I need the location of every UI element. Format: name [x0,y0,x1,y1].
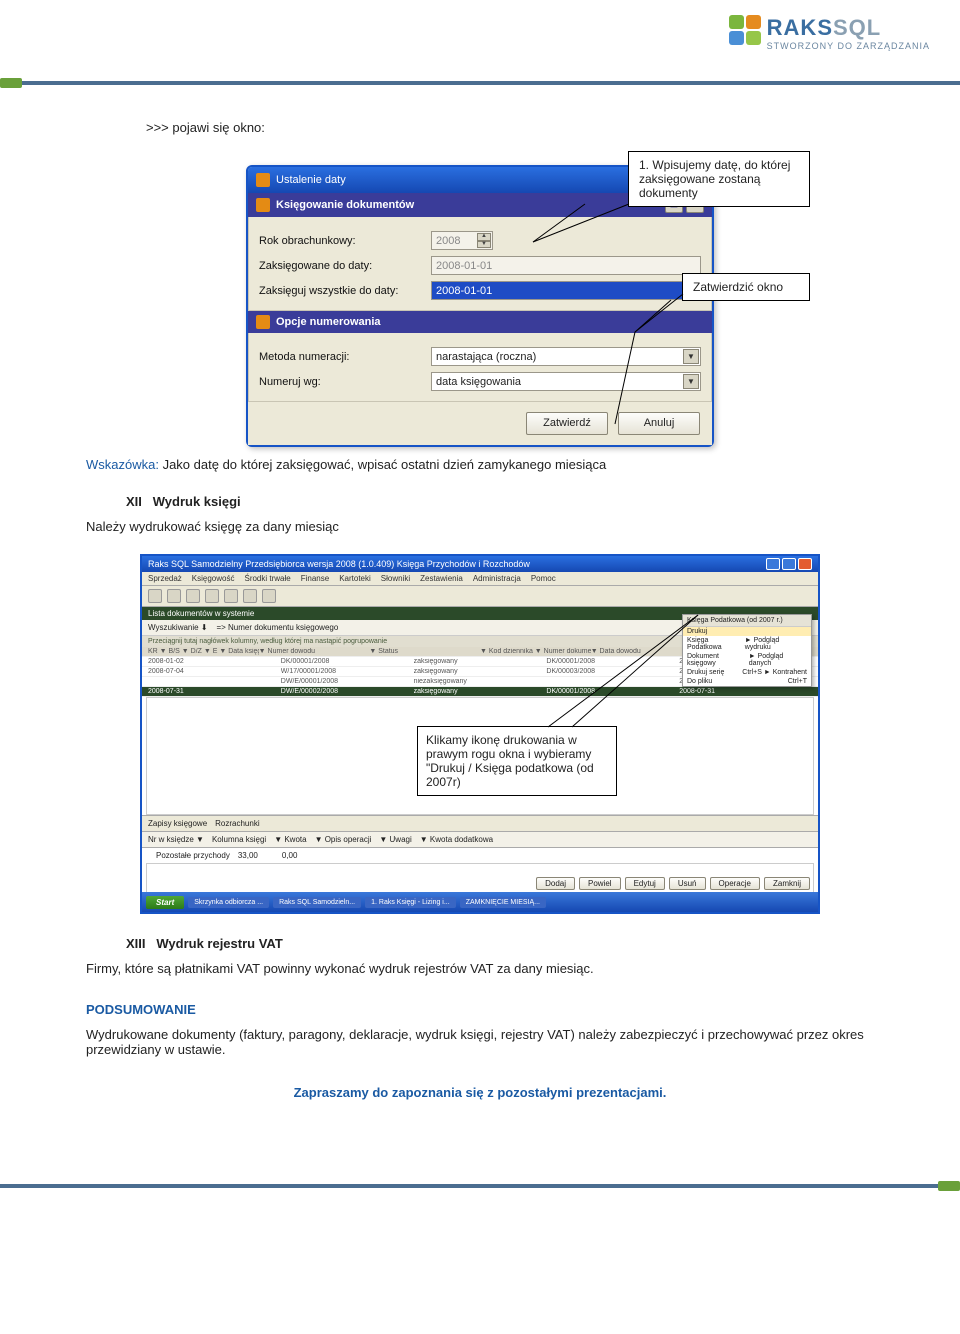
menu-item[interactable]: Słowniki [381,574,410,583]
tool-icon[interactable] [205,589,219,603]
taskbar-item[interactable]: ZAMKNIĘCIE MIESIĄ... [460,897,546,908]
action-buttons: Dodaj Powiel Edytuj Usuń Operacje Zamkni… [536,877,810,890]
section-xii-heading: XII Wydruk księgi [126,494,874,509]
section-numbering-label: Opcje numerowania [276,316,381,328]
logo-tagline: STWORZONY DO ZARZĄDZANIA [767,41,930,51]
spinner-icon[interactable]: ▲▼ [477,233,491,248]
tool-icon[interactable] [148,589,162,603]
menubar[interactable]: Sprzedaż Księgowość Środki trwałe Finans… [142,572,818,586]
number-by-label: Numeruj wg: [259,376,431,388]
menu-item[interactable]: Środki trwałe [244,574,290,583]
dropdown-arrow-icon[interactable]: ▼ [683,374,699,389]
edit-button[interactable]: Edytuj [625,877,665,890]
booked-to-field: 2008-01-01 [431,256,701,275]
tip: Wskazówka: Jako datę do której zaksięgow… [86,457,874,472]
method-label: Metoda numeracji: [259,351,431,363]
header-rule [0,81,960,85]
summary-heading: PODSUMOWANIE [86,1002,874,1017]
confirm-button[interactable]: Zatwierdź [526,412,608,435]
tool-icon[interactable] [186,589,200,603]
year-label: Rok obrachunkowy: [259,235,431,247]
app-screenshot: Raks SQL Samodzielny Przedsiębiorca wers… [140,554,820,914]
app-titlebar[interactable]: Raks SQL Samodzielny Przedsiębiorca wers… [142,556,818,572]
taskbar-item[interactable]: Skrzynka odbiorcza ... [188,897,269,908]
book-all-to-label: Zaksięguj wszystkie do daty: [259,285,431,297]
tool-icon[interactable] [243,589,257,603]
tool-icon[interactable] [167,589,181,603]
print-menu[interactable]: Księga Podatkowa (od 2007 r.) Drukuj Ksi… [682,614,812,687]
bottom-grid-head: Nr w księdze ▼Kolumna księgi▼ Kwota▼ Opi… [142,831,818,847]
menu-item[interactable]: Kartoteki [339,574,371,583]
dialog-title: Ustalenie daty [276,174,346,186]
maximize-icon[interactable] [782,558,796,570]
bottom-grid-row: Pozostałe przychody33,000,00 [142,847,818,863]
logo-icon [729,15,761,45]
add-button[interactable]: Dodaj [536,877,575,890]
page-header: RAKSSQL STWORZONY DO ZARZĄDZANIA [0,0,960,75]
menu-item[interactable]: Pomoc [531,574,556,583]
menu-item[interactable]: Księgowość [192,574,235,583]
minimize-icon[interactable] [766,558,780,570]
print-icon[interactable] [224,589,238,603]
app-icon [256,173,270,187]
section-booking-label: Księgowanie dokumentów [276,199,414,211]
section-xiii-body: Firmy, które są płatnikami VAT powinny w… [86,961,874,976]
year-field: 2008 ▲▼ [431,231,493,250]
callout-date: 1. Wpisujemy datę, do której zaksięgowan… [628,151,810,207]
delete-button[interactable]: Usuń [669,877,706,890]
footer-link[interactable]: Zapraszamy do zapoznania się z pozostały… [86,1085,874,1100]
taskbar-item[interactable]: 1. Raks Księgi - Lizing i... [365,897,456,908]
section-xii-body: Należy wydrukować księgę za dany miesiąc [86,519,874,534]
section-icon [256,315,270,329]
callout-print: Klikamy ikonę drukowania w prawym rogu o… [417,726,617,796]
menu-item[interactable]: Administracja [473,574,521,583]
logo-brand-main: RAKS [767,15,833,40]
section-icon [256,198,270,212]
taskbar[interactable]: Start Skrzynka odbiorcza ... Raks SQL Sa… [142,892,818,912]
summary-body: Wydrukowane dokumenty (faktury, paragony… [86,1027,874,1057]
close-icon[interactable] [798,558,812,570]
logo-brand-alt: SQL [833,15,881,40]
booked-to-label: Zaksięgowane do daty: [259,260,431,272]
close-button[interactable]: Zamknij [764,877,810,890]
duplicate-button[interactable]: Powiel [579,877,621,890]
page-footer [0,1174,960,1188]
intro-line: >>> pojawi się okno: [146,120,874,135]
start-button[interactable]: Start [146,896,184,909]
toolbar [142,586,818,607]
dropdown-arrow-icon[interactable]: ▼ [683,349,699,364]
dialog-wrap: 1. Wpisujemy datę, do której zaksięgowan… [160,145,800,447]
taskbar-item[interactable]: Raks SQL Samodzieln... [273,897,361,908]
bottom-tabs[interactable]: Zapisy księgoweRozrachunki [142,815,818,831]
menu-item[interactable]: Sprzedaż [148,574,182,583]
logo: RAKSSQL STWORZONY DO ZARZĄDZANIA [729,15,930,51]
menu-item[interactable]: Zestawienia [420,574,463,583]
section-xiii-heading: XIII Wydruk rejestru VAT [126,936,874,951]
operations-button[interactable]: Operacje [710,877,760,890]
callout-confirm: Zatwierdzić okno [682,273,810,301]
tool-icon[interactable] [262,589,276,603]
menu-item[interactable]: Finanse [301,574,329,583]
